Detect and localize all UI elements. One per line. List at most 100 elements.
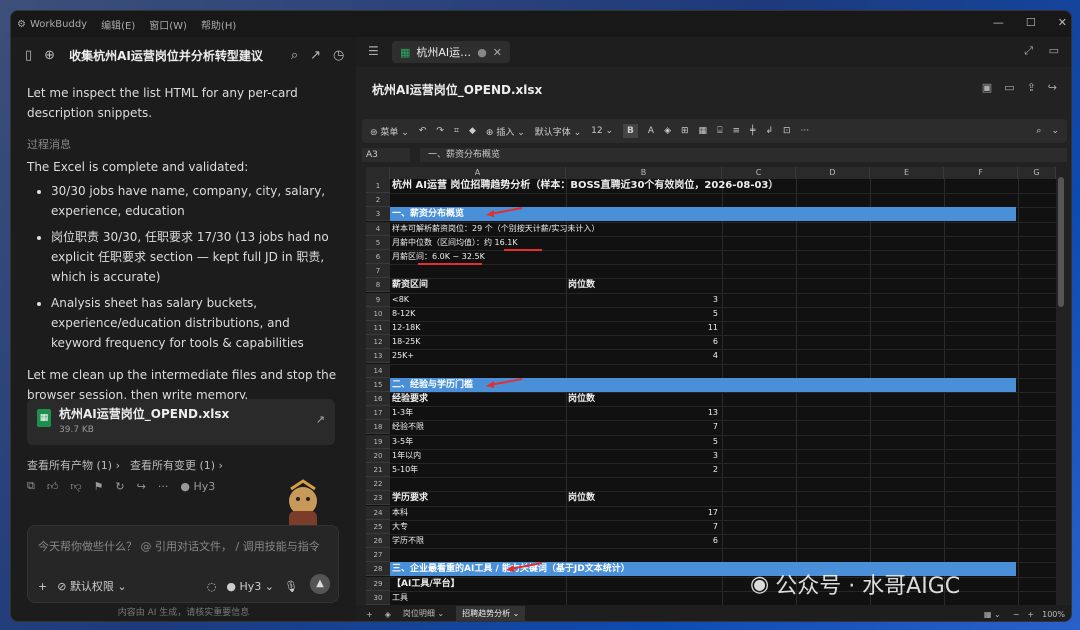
row-header[interactable]: 23: [366, 491, 390, 506]
row-header[interactable]: 7: [366, 264, 390, 279]
row-header[interactable]: 30: [366, 590, 390, 605]
sheet-cell[interactable]: 3-5年: [390, 435, 566, 449]
row-header[interactable]: 28: [366, 562, 390, 577]
share-icon[interactable]: ↪: [137, 480, 146, 493]
folder-icon[interactable]: ▭: [1004, 81, 1014, 94]
share-icon[interactable]: ↪: [1048, 81, 1057, 94]
row-header[interactable]: 14: [366, 363, 390, 378]
insert-button[interactable]: ⊕ 插入 ⌄: [486, 125, 525, 138]
maximize-icon[interactable]: ☐: [1026, 16, 1036, 29]
row-header[interactable]: 10: [366, 306, 390, 321]
search-icon[interactable]: ⌕: [291, 48, 298, 63]
sheet-cell[interactable]: 7: [566, 420, 722, 434]
row-header[interactable]: 8: [366, 278, 390, 293]
microphone-icon[interactable]: 🎙︎: [284, 580, 298, 593]
row-header[interactable]: 17: [366, 406, 390, 421]
menu-button[interactable]: ⊜ 菜单 ⌄: [370, 125, 409, 138]
share-icon[interactable]: ↗: [310, 48, 321, 63]
formula-input[interactable]: 一、薪资分布概览: [420, 148, 1067, 162]
row-header[interactable]: 16: [366, 392, 390, 406]
thumbs-down-icon[interactable]: 👎︎: [70, 480, 81, 493]
format-icon[interactable]: ⊡: [783, 126, 791, 136]
sheet-cell[interactable]: 经验不限: [390, 420, 566, 434]
sheet-cell[interactable]: 1-3年: [390, 406, 566, 420]
chat-input-box[interactable]: 今天帮你做些什么？ @ 引用对话文件， / 调用技能与指令 + ⊘ 默认权限 ⌄…: [27, 525, 339, 603]
sheet-cell[interactable]: 大专: [390, 520, 566, 534]
sheet-cell[interactable]: 2: [566, 463, 722, 477]
row-header[interactable]: 11: [366, 321, 390, 335]
table-header-cell[interactable]: 经验要求: [390, 392, 566, 406]
align-icon[interactable]: ≡: [732, 126, 740, 136]
row-header[interactable]: 22: [366, 477, 390, 492]
font-color-icon[interactable]: A: [648, 126, 654, 136]
sheet-cell[interactable]: 7: [566, 520, 722, 534]
retry-icon[interactable]: ↻: [115, 480, 124, 493]
spreadsheet-grid[interactable]: A B C D E F G 1 2 3 4 5 6 7 8 9 10 11 12 13 14 15 16 17 1…: [366, 167, 1056, 605]
table-header-cell[interactable]: 岗位数: [566, 491, 722, 505]
eraser-icon[interactable]: ◆: [469, 126, 476, 136]
row-header[interactable]: 24: [366, 505, 390, 520]
zoom-out-icon[interactable]: −: [1013, 610, 1020, 619]
column-header[interactable]: A: [390, 167, 566, 179]
column-header[interactable]: E: [870, 167, 944, 179]
list-menu-icon[interactable]: ☰: [368, 44, 379, 58]
column-header[interactable]: D: [796, 167, 870, 179]
sheet-cell[interactable]: 12-18K: [390, 321, 566, 335]
save-icon[interactable]: ▣: [982, 81, 992, 94]
freeze-icon[interactable]: ⌸: [717, 126, 722, 136]
file-attachment-card[interactable]: ▦ 杭州AI运营岗位_OPEND.xlsx 39.7 KB ↗: [27, 399, 335, 445]
chevron-down-icon[interactable]: ⌄: [1051, 126, 1059, 136]
zoom-level[interactable]: 100%: [1042, 610, 1065, 619]
open-external-icon[interactable]: ↗: [316, 413, 325, 426]
sheet-tab-details[interactable]: 岗位明细 ⌄: [397, 606, 450, 621]
sheet-cell[interactable]: 8-12K: [390, 307, 566, 321]
row-header[interactable]: 26: [366, 534, 390, 548]
sheet-cell[interactable]: 17: [566, 506, 722, 520]
sheet-cell[interactable]: 5: [566, 435, 722, 449]
row-header[interactable]: 19: [366, 434, 390, 449]
view-icon[interactable]: ▦ ⌄: [984, 610, 1001, 619]
history-icon[interactable]: ◷: [333, 48, 344, 63]
merge-icon[interactable]: ▦: [699, 126, 708, 136]
column-header[interactable]: G: [1018, 167, 1056, 179]
search-icon[interactable]: ⌕: [1036, 126, 1041, 136]
row-header[interactable]: 27: [366, 548, 390, 563]
row-header[interactable]: 9: [366, 292, 390, 307]
redo-icon[interactable]: ↷: [436, 126, 444, 136]
document-tab[interactable]: ▦ 杭州AI运… ● ✕: [392, 41, 511, 63]
thumbs-up-icon[interactable]: 👍︎: [47, 480, 59, 493]
panel-toggle-icon[interactable]: ▭: [1049, 44, 1059, 57]
more-icon[interactable]: ···: [158, 480, 169, 493]
fill-color-icon[interactable]: ◈: [664, 126, 671, 136]
table-header-cell[interactable]: 岗位数: [566, 392, 722, 406]
view-products-link[interactable]: 查看所有产物 (1) ›: [27, 457, 120, 473]
sheet-cell[interactable]: 6: [566, 534, 722, 548]
borders-icon[interactable]: ⊞: [681, 126, 689, 136]
table-header-cell[interactable]: 薪资区间: [390, 278, 566, 292]
add-icon[interactable]: +: [38, 580, 47, 593]
view-changes-link[interactable]: 查看所有变更 (1) ›: [130, 457, 223, 473]
row-header[interactable]: 20: [366, 448, 390, 463]
row-header[interactable]: 18: [366, 420, 390, 435]
sheet-cell[interactable]: 4: [566, 349, 722, 363]
row-header[interactable]: 13: [366, 349, 390, 364]
sheet-tab-analysis[interactable]: 招聘趋势分析 ⌄: [456, 606, 526, 621]
row-header[interactable]: 15: [366, 377, 390, 392]
menu-edit[interactable]: 编辑(E): [101, 17, 135, 32]
new-chat-icon[interactable]: ⊕: [44, 48, 55, 63]
vertical-scrollbar[interactable]: [1058, 177, 1064, 307]
menu-window[interactable]: 窗口(W): [149, 17, 187, 32]
sheets-list-icon[interactable]: ◈: [385, 610, 391, 619]
tab-close-icon[interactable]: ✕: [493, 46, 502, 59]
wrap-icon[interactable]: ↲: [765, 126, 773, 136]
valign-icon[interactable]: ╪: [750, 126, 755, 136]
row-header[interactable]: 2: [366, 193, 390, 208]
row-header[interactable]: 29: [366, 576, 390, 591]
zoom-in-icon[interactable]: +: [1027, 610, 1034, 619]
copy-icon[interactable]: ⧉: [27, 479, 35, 493]
send-button[interactable]: ▲: [310, 574, 330, 594]
menu-help[interactable]: 帮助(H): [201, 17, 236, 32]
sheet-cell[interactable]: 13: [566, 406, 722, 420]
table-header-cell[interactable]: 学历要求: [390, 491, 566, 505]
sidebar-toggle-icon[interactable]: ▯: [25, 48, 32, 63]
